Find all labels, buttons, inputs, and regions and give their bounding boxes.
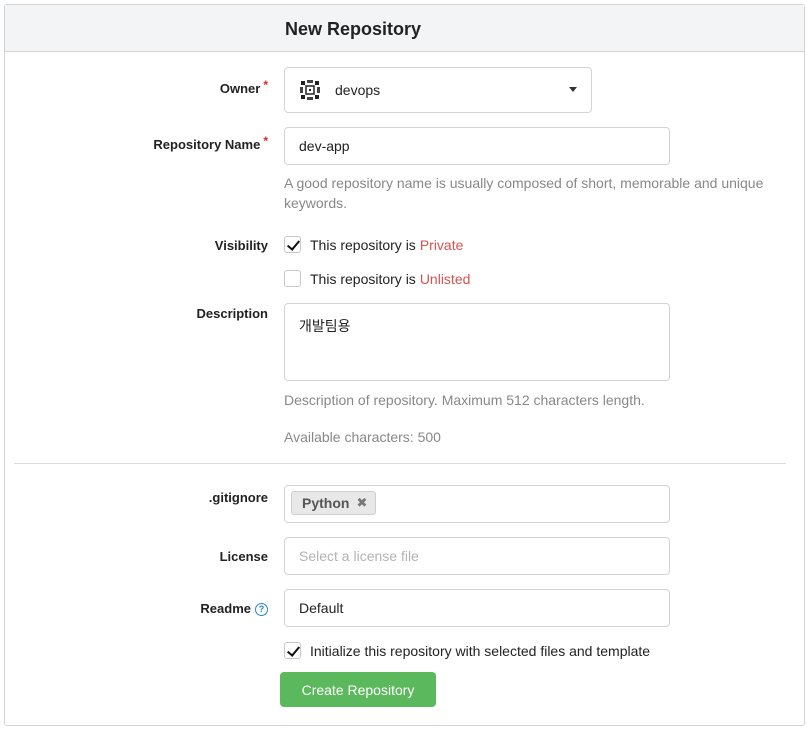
license-placeholder: Select a license file	[299, 548, 419, 564]
repo-name-label-text: Repository Name	[153, 137, 261, 152]
unlisted-checkbox-row[interactable]: This repository is Unlisted	[284, 270, 470, 287]
owner-label: Owner *	[4, 78, 268, 96]
available-characters: Available characters: 500	[284, 429, 441, 445]
description-textarea[interactable]: 개발팀용	[284, 303, 670, 381]
chevron-down-icon	[569, 87, 577, 92]
visibility-label: Visibility	[214, 238, 268, 253]
owner-label-text: Owner	[219, 81, 261, 96]
repo-name-label: Repository Name *	[4, 134, 268, 152]
gitignore-chip[interactable]: Python ✖	[291, 491, 377, 515]
unlisted-text: This repository is	[310, 270, 416, 287]
private-accent: Private	[419, 236, 464, 253]
gitignore-label: .gitignore	[208, 490, 268, 505]
question-circle-icon[interactable]: ?	[255, 602, 268, 616]
license-dropdown[interactable]: Select a license file	[284, 537, 670, 575]
section-divider	[14, 463, 786, 464]
required-mark: *	[263, 78, 268, 92]
repo-name-input[interactable]: dev-app	[284, 127, 670, 165]
unlisted-accent: Unlisted	[419, 270, 471, 287]
unlisted-checkbox[interactable]	[284, 270, 301, 287]
readme-label-text: Readme	[200, 601, 251, 616]
owner-value: devops	[335, 82, 381, 98]
init-checkbox[interactable]	[284, 642, 301, 659]
init-checkbox-row[interactable]: Initialize this repository with selected…	[284, 642, 650, 659]
description-help: Description of repository. Maximum 512 c…	[284, 392, 645, 408]
panel-header: New Repository	[5, 5, 804, 52]
create-repository-button[interactable]: Create Repository	[280, 672, 436, 707]
readme-label: Readme?	[4, 601, 268, 617]
description-label: Description	[196, 306, 268, 321]
page-title: New Repository	[285, 19, 422, 39]
private-checkbox[interactable]	[284, 236, 301, 253]
private-text: This repository is	[310, 236, 416, 253]
description-value: 개발팀용	[299, 318, 351, 334]
gitignore-multiselect[interactable]: Python ✖	[284, 485, 670, 523]
license-label: License	[219, 549, 268, 564]
org-avatar-icon	[299, 79, 321, 101]
repo-name-value: dev-app	[299, 138, 350, 154]
init-text: Initialize this repository with selected…	[310, 642, 651, 659]
gitignore-chip-label: Python	[302, 495, 350, 511]
readme-dropdown[interactable]: Default	[284, 589, 670, 627]
required-mark: *	[263, 134, 268, 148]
repo-name-help: A good repository name is usually compos…	[284, 175, 764, 211]
private-checkbox-row[interactable]: This repository is Private	[284, 236, 463, 253]
readme-value: Default	[299, 600, 344, 616]
owner-dropdown[interactable]: devops	[284, 67, 592, 113]
close-icon[interactable]: ✖	[356, 495, 367, 511]
